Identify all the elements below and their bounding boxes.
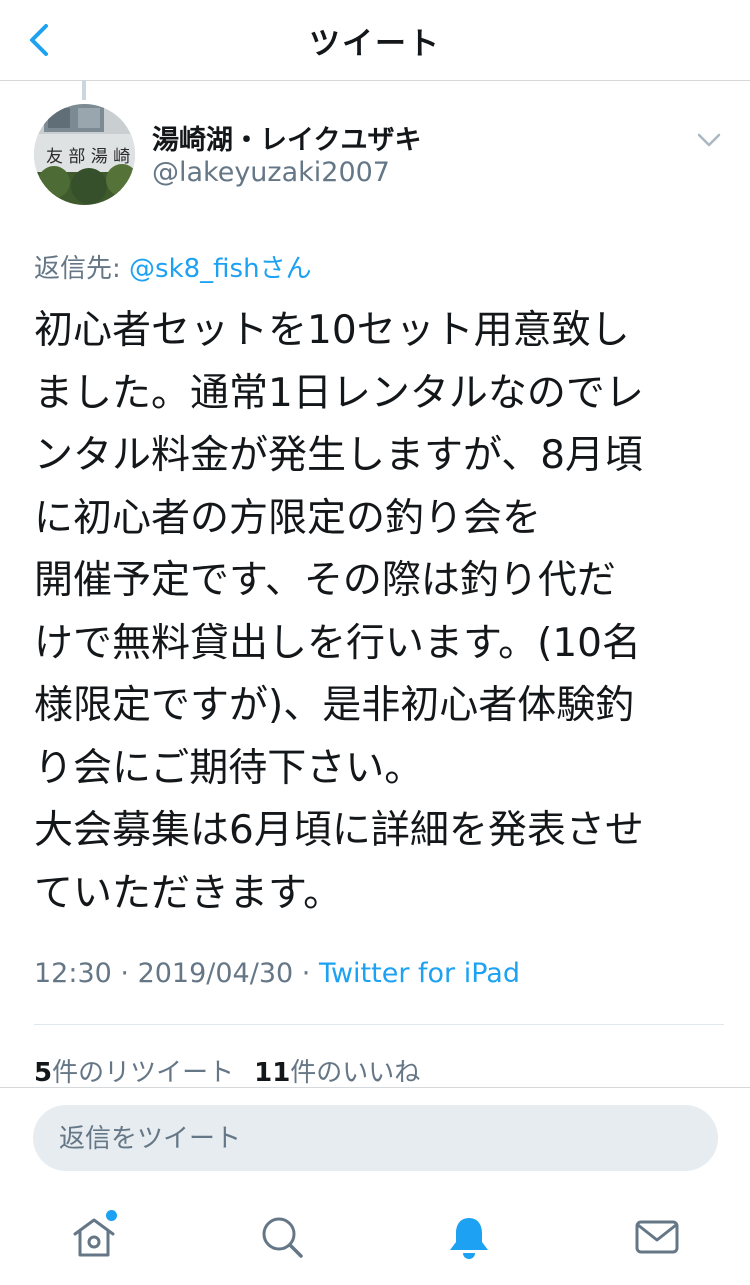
meta-separator: ·	[111, 958, 138, 989]
divider	[0, 1087, 750, 1088]
retweet-label: 件のリツイート	[52, 1058, 235, 1088]
author-display-name[interactable]: 湯崎湖・レイクユザキ	[152, 118, 421, 157]
notifications-bell-icon[interactable]	[444, 1212, 494, 1262]
retweet-stat[interactable]: 5件のリツイート	[34, 1058, 234, 1088]
meta-separator: ·	[293, 958, 319, 989]
page-title: ツイート	[309, 26, 441, 62]
svg-text:友 部 湯 崎 湖: 友 部 湯 崎 湖	[46, 147, 135, 167]
like-stat[interactable]: 11件のいいね	[254, 1058, 420, 1088]
reply-to-mention[interactable]: @sk8_fish	[129, 254, 260, 284]
like-count: 11	[254, 1058, 291, 1088]
avatar[interactable]: 友 部 湯 崎 湖	[34, 104, 135, 205]
reply-input[interactable]	[57, 1105, 681, 1173]
notification-dot	[104, 1208, 119, 1223]
reply-to-prefix: 返信先:	[34, 254, 130, 284]
bottom-tab-bar	[0, 1190, 750, 1285]
thread-connector-line	[82, 80, 86, 100]
top-navigation-bar: ツイート	[0, 0, 750, 81]
like-label: 件のいいね	[290, 1058, 421, 1088]
retweet-count: 5	[34, 1058, 53, 1088]
tweet-body: 初心者セットを10セット用意致し ました。通常1日レンタルなのでレ ンタル料金が…	[34, 308, 644, 916]
reply-to-line: 返信先: @sk8_fishさん	[34, 248, 312, 285]
search-icon[interactable]	[257, 1212, 307, 1262]
messages-envelope-icon[interactable]	[632, 1212, 682, 1262]
tweet-source-link[interactable]: Twitter for iPad	[319, 958, 520, 989]
author-handle[interactable]: @lakeyuzaki2007	[152, 157, 390, 188]
tweet-metadata: 12:30 · 2019/04/30 · Twitter for iPad	[34, 958, 520, 989]
reply-composer[interactable]	[33, 1105, 718, 1173]
reply-to-suffix[interactable]: さん	[260, 254, 312, 284]
tweet-time: 12:30	[34, 958, 112, 989]
engagement-stats: 5件のリツイート 11件のいいね	[34, 1052, 420, 1089]
tweet-date: 2019/04/30	[137, 958, 294, 989]
chevron-down-icon[interactable]	[695, 126, 723, 154]
divider	[34, 1024, 724, 1025]
